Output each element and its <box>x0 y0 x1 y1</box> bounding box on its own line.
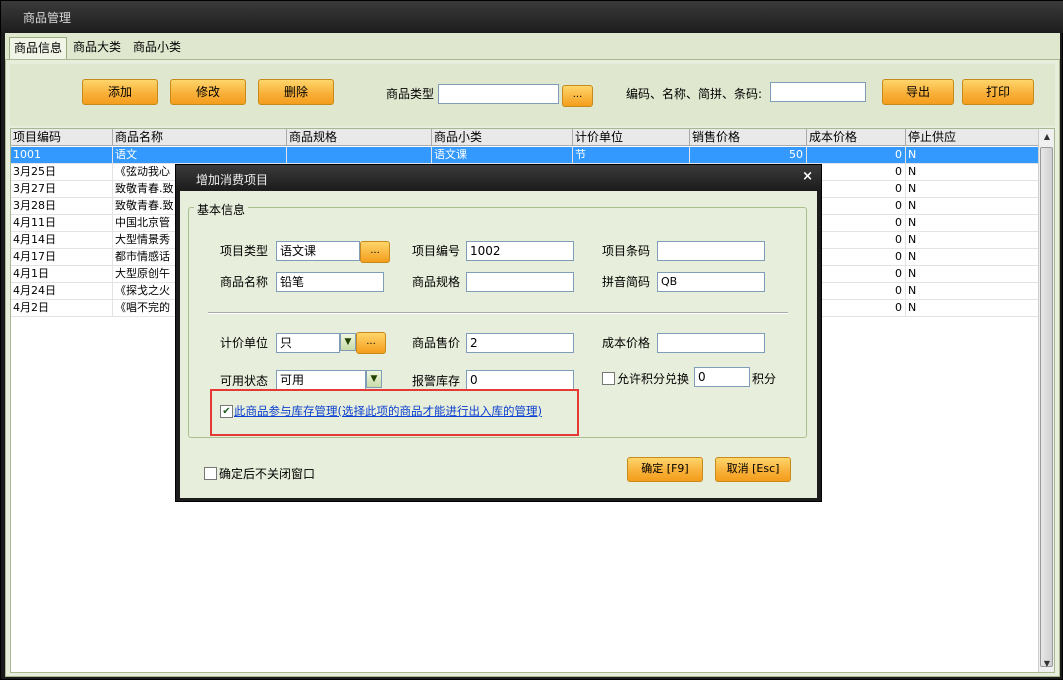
sale-price-label: 商品售价 <box>412 336 461 350</box>
chevron-down-icon[interactable]: ▼ <box>340 333 356 351</box>
keep-open-checkbox[interactable] <box>204 467 217 480</box>
status-select[interactable]: 可用 <box>276 370 366 390</box>
column-header[interactable]: 商品小类 <box>432 129 573 146</box>
item-barcode-label: 项目条码 <box>602 244 651 258</box>
tab-product-subcategory[interactable]: 商品小类 <box>129 37 185 59</box>
sale-price-input[interactable]: 2 <box>466 333 574 353</box>
table-cell: 语文课 <box>432 147 573 164</box>
vertical-scrollbar[interactable]: ▲ ▼ <box>1038 129 1054 672</box>
cost-price-input[interactable] <box>657 333 765 353</box>
table-cell: N <box>906 283 1040 300</box>
item-barcode-input[interactable] <box>657 241 765 261</box>
grid-header: 项目编码 商品名称 商品规格 商品小类 计价单位 销售价格 成本价格 停止供应 <box>11 129 1040 146</box>
cancel-button[interactable]: 取消 [Esc] <box>715 457 791 482</box>
table-cell: 4月14日 <box>11 232 113 249</box>
table-cell: N <box>906 249 1040 266</box>
product-type-picker-button[interactable]: ... <box>562 85 593 107</box>
close-icon[interactable]: × <box>802 169 813 184</box>
table-row[interactable]: 1001 语文 语文课节 50 0 N <box>11 147 1040 164</box>
product-spec-input[interactable] <box>466 272 574 292</box>
table-cell: 语文 <box>113 147 287 164</box>
table-cell: 4月24日 <box>11 283 113 300</box>
delete-button[interactable]: 删除 <box>258 79 334 105</box>
table-cell: N <box>906 232 1040 249</box>
group-label: 基本信息 <box>194 201 249 218</box>
table-cell: 0 <box>807 147 906 164</box>
table-cell: N <box>906 181 1040 198</box>
product-name-label: 商品名称 <box>220 275 269 289</box>
column-header[interactable]: 商品名称 <box>113 129 287 146</box>
ok-button[interactable]: 确定 [F9] <box>627 457 703 482</box>
window-title: 商品管理 <box>23 11 72 25</box>
table-cell: N <box>906 266 1040 283</box>
alarm-stock-label: 报警库存 <box>412 374 461 388</box>
unit-picker-button[interactable]: ... <box>356 332 386 354</box>
table-cell: 1001 <box>11 147 113 164</box>
points-input[interactable]: 0 <box>694 367 750 387</box>
pinyin-code-input[interactable]: QB <box>657 272 765 292</box>
search-input[interactable] <box>770 82 866 102</box>
table-cell: N <box>906 215 1040 232</box>
item-code-input[interactable]: 1002 <box>466 241 574 261</box>
column-header[interactable]: 成本价格 <box>807 129 906 146</box>
item-code-label: 项目编号 <box>412 244 461 258</box>
table-cell: N <box>906 300 1040 317</box>
divider <box>208 312 788 314</box>
column-header[interactable]: 计价单位 <box>573 129 690 146</box>
item-type-input[interactable]: 语文课 <box>276 241 360 261</box>
dialog-title-bar: 增加消费项目 × <box>176 165 821 191</box>
pinyin-code-label: 拼音简码 <box>602 275 651 289</box>
keep-open-label: 确定后不关闭窗口 <box>219 467 316 481</box>
tab-product-category[interactable]: 商品大类 <box>69 37 125 59</box>
table-cell: N <box>906 147 1040 164</box>
tab-product-info[interactable]: 商品信息 <box>9 37 68 59</box>
scroll-down-icon[interactable]: ▼ <box>1039 656 1054 672</box>
item-type-picker-button[interactable]: ... <box>360 241 390 263</box>
column-header[interactable]: 销售价格 <box>690 129 807 146</box>
column-header[interactable]: 商品规格 <box>287 129 432 146</box>
add-item-dialog: 增加消费项目 × 基本信息 项目类型 语文课 ... 项目编号 1002 项目条… <box>175 164 822 502</box>
points-checkbox[interactable] <box>602 372 615 385</box>
chevron-down-icon[interactable]: ▼ <box>366 370 382 388</box>
dialog-title: 增加消费项目 <box>196 173 269 187</box>
table-cell: 4月11日 <box>11 215 113 232</box>
product-name-input[interactable]: 铅笔 <box>276 272 384 292</box>
search-label: 编码、名称、简拼、条码: <box>626 87 763 101</box>
product-type-input[interactable] <box>438 84 559 104</box>
item-type-label: 项目类型 <box>220 244 269 258</box>
table-cell: N <box>906 164 1040 181</box>
title-bar: 商品管理 <box>1 1 1063 33</box>
table-cell: N <box>906 198 1040 215</box>
unit-label: 计价单位 <box>220 336 269 350</box>
table-cell: 3月28日 <box>11 198 113 215</box>
column-header[interactable]: 项目编码 <box>11 129 113 146</box>
table-cell: 节 <box>573 147 690 164</box>
table-cell: 3月27日 <box>11 181 113 198</box>
table-cell: 4月1日 <box>11 266 113 283</box>
scroll-up-icon[interactable]: ▲ <box>1039 129 1054 145</box>
scroll-thumb[interactable] <box>1040 147 1053 667</box>
product-type-label: 商品类型 <box>386 87 435 101</box>
alarm-stock-input[interactable]: 0 <box>466 370 574 390</box>
table-cell <box>287 147 432 164</box>
table-cell: 4月17日 <box>11 249 113 266</box>
add-button[interactable]: 添加 <box>82 79 158 105</box>
dialog-body: 基本信息 项目类型 语文课 ... 项目编号 1002 项目条码 商品名称 铅笔… <box>180 191 817 498</box>
status-label: 可用状态 <box>220 374 269 388</box>
product-spec-label: 商品规格 <box>412 275 461 289</box>
highlight-box <box>210 389 579 436</box>
toolbar: 添加 修改 删除 商品类型 ... 编码、名称、简拼、条码: 导出 打印 <box>10 64 1055 126</box>
table-cell: 50 <box>690 147 807 164</box>
column-header[interactable]: 停止供应 <box>906 129 1040 146</box>
export-button[interactable]: 导出 <box>882 79 954 105</box>
table-cell: 4月2日 <box>11 300 113 317</box>
table-cell: 3月25日 <box>11 164 113 181</box>
edit-button[interactable]: 修改 <box>170 79 246 105</box>
points-unit-label: 积分 <box>752 372 777 386</box>
print-button[interactable]: 打印 <box>962 79 1034 105</box>
unit-select[interactable]: 只 <box>276 333 340 353</box>
cost-price-label: 成本价格 <box>602 336 651 350</box>
points-label: 允许积分兑换 <box>617 372 690 386</box>
tab-strip: 商品信息 商品大类 商品小类 <box>5 33 1060 59</box>
